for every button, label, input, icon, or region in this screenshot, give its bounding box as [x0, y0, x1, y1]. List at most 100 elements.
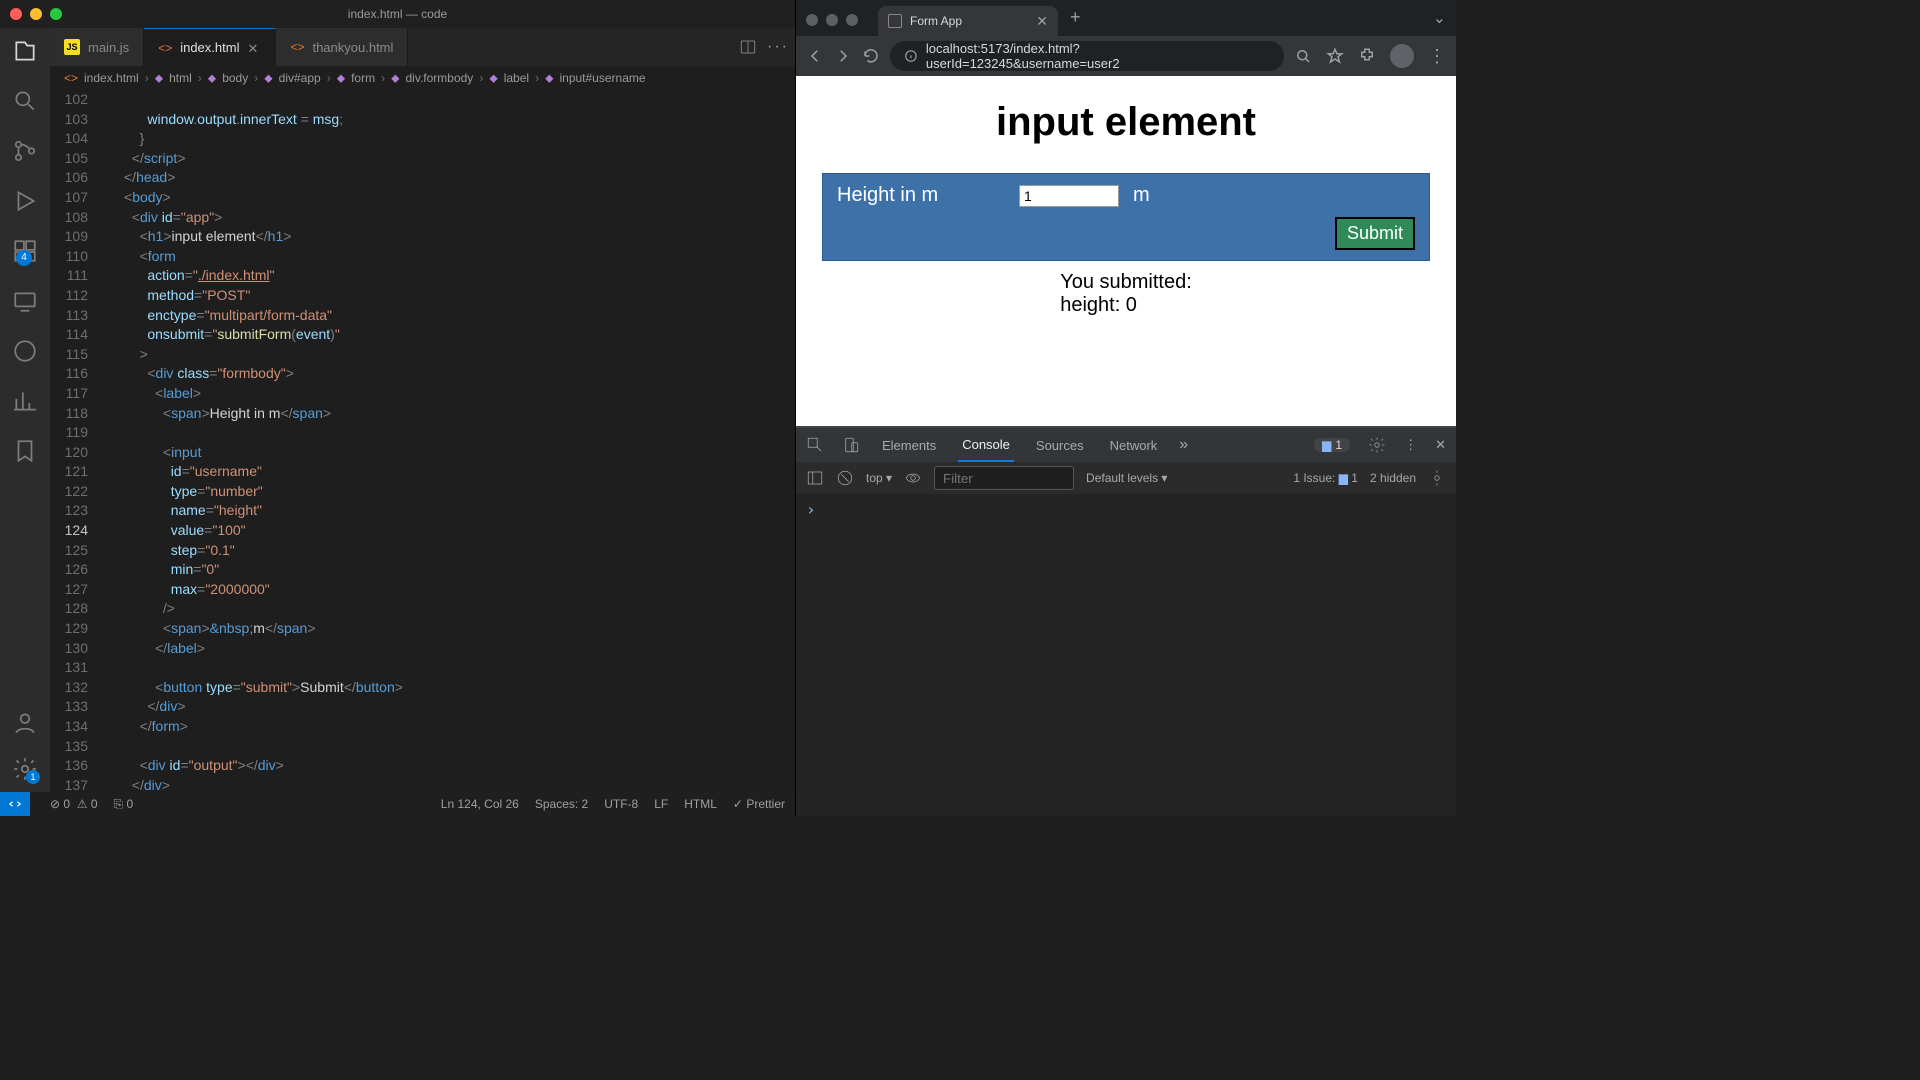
inspect-icon[interactable]	[806, 436, 824, 454]
prettier-status[interactable]: ✓ Prettier	[733, 797, 785, 811]
devtools-tab-network[interactable]: Network	[1106, 428, 1162, 462]
more-tabs-icon[interactable]: »	[1179, 436, 1188, 454]
vscode-window: index.html — code 4 1	[0, 0, 795, 816]
split-editor-icon[interactable]	[739, 38, 757, 56]
tab-thankyou-html[interactable]: <> thankyou.html	[276, 28, 408, 66]
site-info-icon[interactable]	[904, 49, 918, 63]
breadcrumb-item[interactable]: div#app	[279, 71, 321, 85]
element-icon: ⬥	[391, 71, 399, 86]
breadcrumb-item[interactable]: div.formbody	[406, 71, 474, 85]
devtools-panel: Elements Console Sources Network » ▆1 ⋮ …	[796, 426, 1456, 816]
breadcrumbs[interactable]: <> index.html› ⬥ html› ⬥ body› ⬥ div#app…	[50, 66, 795, 90]
height-input[interactable]	[1019, 185, 1119, 207]
close-tab-icon[interactable]: ✕	[1036, 13, 1048, 30]
favicon-icon	[888, 14, 902, 28]
close-window-icon[interactable]	[806, 14, 818, 26]
back-icon[interactable]	[806, 47, 824, 65]
tab-label: main.js	[88, 40, 129, 55]
tab-index-html[interactable]: <> index.html ✕	[144, 28, 276, 66]
editor-tabbar: JS main.js <> index.html ✕ <> thankyou.h…	[50, 28, 795, 66]
language-mode[interactable]: HTML	[684, 797, 717, 811]
console-settings-icon[interactable]	[1428, 469, 1446, 487]
context-selector[interactable]: top ▾	[866, 471, 892, 485]
console-prompt-icon: ›	[806, 500, 816, 519]
browser-tab[interactable]: Form App ✕	[878, 6, 1058, 36]
chart-icon[interactable]	[12, 388, 38, 414]
element-icon: ⬥	[264, 71, 272, 86]
profile-avatar[interactable]	[1390, 44, 1414, 68]
js-file-icon: JS	[64, 39, 80, 55]
breadcrumb-item[interactable]: form	[351, 71, 375, 85]
chrome-traffic-lights	[806, 14, 858, 26]
search-icon[interactable]	[12, 88, 38, 114]
tab-label: thankyou.html	[312, 40, 393, 55]
breadcrumb-item[interactable]: index.html	[84, 71, 139, 85]
forward-icon[interactable]	[834, 47, 852, 65]
clear-console-icon[interactable]	[836, 469, 854, 487]
devtools-settings-icon[interactable]	[1368, 436, 1386, 454]
html-file-icon: <>	[64, 71, 78, 85]
mac-traffic-lights	[10, 8, 62, 20]
console-filter-input[interactable]	[934, 466, 1074, 490]
extensions-icon[interactable]: 4	[12, 238, 38, 264]
ports-indicator[interactable]: ⎘ 0	[114, 797, 134, 812]
devtools-tabbar: Elements Console Sources Network » ▆1 ⋮ …	[796, 428, 1456, 462]
message-count-pill[interactable]: ▆1	[1314, 438, 1350, 452]
settings-gear-icon[interactable]: 1	[12, 756, 38, 782]
close-tab-icon[interactable]: ✕	[247, 41, 261, 55]
console-toolbar: top ▾ Default levels ▾ 1 Issue: ▆ 1 2 hi…	[796, 462, 1456, 494]
more-actions-icon[interactable]: ···	[767, 38, 789, 56]
reload-icon[interactable]	[862, 47, 880, 65]
devtools-menu-icon[interactable]: ⋮	[1404, 437, 1417, 453]
address-bar[interactable]: localhost:5173/index.html?userId=123245&…	[890, 41, 1284, 71]
fullscreen-window-icon[interactable]	[846, 14, 858, 26]
code-editor[interactable]: 102103 window.output.innerText = msg;104…	[50, 90, 795, 792]
remote-indicator[interactable]	[0, 792, 30, 816]
devtools-tab-elements[interactable]: Elements	[878, 428, 940, 462]
issues-indicator[interactable]: 1 Issue: ▆ 1	[1293, 471, 1358, 485]
live-expression-icon[interactable]	[904, 469, 922, 487]
errors-indicator[interactable]: ⊘ 0 ⚠ 0	[50, 797, 98, 811]
source-control-icon[interactable]	[12, 138, 38, 164]
sidebar-toggle-icon[interactable]	[806, 469, 824, 487]
chrome-menu-icon[interactable]: ⋮	[1428, 46, 1446, 67]
encoding-indicator[interactable]: UTF-8	[604, 797, 638, 811]
tab-main-js[interactable]: JS main.js	[50, 28, 144, 66]
minimize-window-icon[interactable]	[30, 8, 42, 20]
hidden-messages[interactable]: 2 hidden	[1370, 471, 1416, 485]
statusbar: ⊘ 0 ⚠ 0 ⎘ 0 Ln 124, Col 26 Spaces: 2 UTF…	[0, 792, 795, 816]
breadcrumb-item[interactable]: label	[504, 71, 529, 85]
remote-explorer-icon[interactable]	[12, 288, 38, 314]
page-content: input element Height in m m Submit You s…	[796, 76, 1456, 426]
console-body[interactable]: ›	[796, 494, 1456, 816]
cursor-position[interactable]: Ln 124, Col 26	[441, 797, 519, 811]
run-debug-icon[interactable]	[12, 188, 38, 214]
log-levels-selector[interactable]: Default levels ▾	[1086, 471, 1167, 485]
devtools-tab-sources[interactable]: Sources	[1032, 428, 1088, 462]
eol-indicator[interactable]: LF	[654, 797, 668, 811]
devtools-tab-console[interactable]: Console	[958, 428, 1014, 462]
fullscreen-window-icon[interactable]	[50, 8, 62, 20]
breadcrumb-item[interactable]: html	[169, 71, 192, 85]
breadcrumb-item[interactable]: body	[222, 71, 248, 85]
bookmark-star-icon[interactable]	[1326, 47, 1344, 65]
zoom-icon[interactable]	[1294, 47, 1312, 65]
chevron-down-icon[interactable]: ⌄	[1433, 8, 1446, 28]
close-window-icon[interactable]	[10, 8, 22, 20]
testing-icon[interactable]	[12, 338, 38, 364]
breadcrumb-item[interactable]: input#username	[559, 71, 645, 85]
devtools-close-icon[interactable]: ✕	[1435, 437, 1446, 453]
accounts-icon[interactable]	[12, 710, 38, 736]
submit-button[interactable]: Submit	[1335, 217, 1415, 250]
html-file-icon: <>	[290, 40, 304, 54]
bookmark-icon[interactable]	[12, 438, 38, 464]
indent-indicator[interactable]: Spaces: 2	[535, 797, 588, 811]
minimize-window-icon[interactable]	[826, 14, 838, 26]
chrome-tabstrip: Form App ✕ + ⌄	[796, 0, 1456, 36]
new-tab-button[interactable]: +	[1060, 7, 1091, 36]
explorer-icon[interactable]	[12, 38, 38, 64]
device-toolbar-icon[interactable]	[842, 436, 860, 454]
element-icon: ⬥	[545, 71, 553, 86]
extensions-puzzle-icon[interactable]	[1358, 47, 1376, 65]
vscode-titlebar: index.html — code	[0, 0, 795, 28]
